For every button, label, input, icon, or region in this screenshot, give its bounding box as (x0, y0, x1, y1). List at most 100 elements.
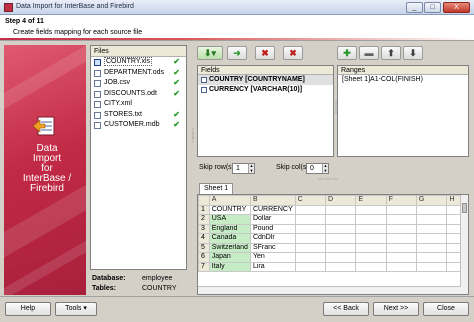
file-item[interactable]: CITY.xml (91, 99, 186, 110)
cell[interactable] (294, 233, 326, 244)
cell[interactable]: Pound (249, 223, 296, 234)
cell[interactable] (355, 261, 387, 272)
column-header[interactable]: C (294, 195, 326, 206)
file-item[interactable]: DEPARTMENT.ods ✔ (91, 68, 186, 79)
add-range-button[interactable]: ✚ (337, 46, 357, 60)
cell[interactable] (355, 223, 387, 234)
add-mapping-button[interactable]: ➜ (227, 46, 247, 60)
move-down-button[interactable]: ⬇ (403, 46, 423, 60)
cell[interactable] (324, 223, 357, 234)
corner-cell[interactable] (198, 195, 210, 206)
cell[interactable]: Dollar (249, 214, 296, 225)
clear-mappings-button[interactable]: ✖ (283, 46, 303, 60)
next-button[interactable]: Next >> (373, 302, 419, 316)
file-item[interactable]: COUNTRY.xls ✔ (91, 57, 186, 68)
row-number[interactable]: 2 (198, 214, 210, 225)
sheet-tab[interactable]: Sheet 1 (199, 183, 234, 194)
cell[interactable] (324, 214, 357, 225)
scroll-thumb[interactable] (462, 203, 467, 213)
file-item[interactable]: DISCOUNTS.odt ✔ (91, 89, 186, 100)
cell[interactable] (324, 242, 357, 253)
row-number[interactable]: 6 (198, 252, 210, 263)
cell[interactable] (415, 233, 448, 244)
help-button[interactable]: Help (5, 302, 51, 316)
cell[interactable] (355, 252, 387, 263)
maximize-button[interactable]: □ (424, 2, 441, 13)
row-number[interactable]: 7 (198, 261, 210, 272)
move-up-button[interactable]: ⬆ (381, 46, 401, 60)
row-number[interactable]: 5 (198, 242, 210, 253)
delete-range-button[interactable]: ▬ (359, 46, 379, 60)
file-item[interactable]: CUSTOMER.mdb ✔ (91, 120, 186, 131)
close-window-button[interactable]: X (443, 2, 470, 13)
cell[interactable] (324, 204, 357, 215)
cell[interactable] (415, 261, 448, 272)
column-header[interactable]: E (355, 195, 387, 206)
cell[interactable] (385, 223, 417, 234)
horizontal-scrollbar[interactable] (198, 286, 461, 294)
close-button[interactable]: Close (423, 302, 469, 316)
remove-mapping-button[interactable]: ✖ (255, 46, 275, 60)
cell[interactable]: England (208, 223, 251, 234)
cell[interactable] (385, 261, 417, 272)
cell[interactable]: Switzerland (208, 242, 251, 253)
field-item[interactable]: COUNTRY [COUNTRYNAME] (198, 75, 333, 85)
row-number[interactable]: 1 (198, 204, 210, 215)
cell[interactable] (324, 233, 357, 244)
preview-splitter[interactable]: ⋯⋯⋯ (318, 176, 339, 183)
cell[interactable]: CURRENCY (249, 204, 296, 215)
file-item[interactable]: STORES.txt ✔ (91, 110, 186, 121)
column-header[interactable]: G (415, 195, 448, 206)
cell[interactable] (415, 204, 448, 215)
file-item[interactable]: JOB.csv ✔ (91, 78, 186, 89)
cell[interactable]: USA (208, 214, 251, 225)
column-header[interactable]: F (385, 195, 417, 206)
skip-cols-spinner[interactable]: 0 ▲ ▼ (306, 163, 329, 174)
row-number[interactable]: 3 (198, 223, 210, 234)
cell[interactable]: Canada (208, 233, 251, 244)
cell[interactable] (324, 261, 357, 272)
field-item[interactable]: CURRENCY [VARCHAR(10)] (198, 85, 333, 95)
cell[interactable]: Lira (249, 261, 296, 272)
column-header[interactable]: B (249, 195, 296, 206)
cell[interactable] (415, 214, 448, 225)
cell[interactable] (385, 242, 417, 253)
cell[interactable] (294, 261, 326, 272)
cell[interactable] (385, 214, 417, 225)
cell[interactable] (294, 204, 326, 215)
column-header[interactable]: D (324, 195, 357, 206)
cell[interactable] (355, 214, 387, 225)
cell[interactable] (294, 214, 326, 225)
cell[interactable] (294, 242, 326, 253)
cell[interactable] (415, 252, 448, 263)
cell[interactable]: Yen (249, 252, 296, 263)
cell[interactable] (385, 204, 417, 215)
spinner-arrows-icon[interactable]: ▲ ▼ (322, 163, 328, 173)
cell[interactable]: CdnDlr (249, 233, 296, 244)
tools-button[interactable]: Tools ▾ (55, 302, 97, 316)
panel-splitter[interactable]: ⋮ ⋮ ⋮ (190, 129, 196, 150)
cell[interactable] (294, 252, 326, 263)
range-item[interactable]: [Sheet 1]A1-COL(FINISH) (338, 75, 468, 85)
back-button[interactable]: << Back (323, 302, 369, 316)
cell[interactable] (385, 233, 417, 244)
row-number[interactable]: 4 (198, 233, 210, 244)
cell[interactable] (355, 242, 387, 253)
cell[interactable] (415, 242, 448, 253)
cell[interactable] (355, 233, 387, 244)
skip-rows-spinner[interactable]: 1 ▲ ▼ (232, 163, 255, 174)
column-header[interactable]: A (208, 195, 251, 206)
cell[interactable] (385, 252, 417, 263)
cell[interactable]: SFranc (249, 242, 296, 253)
vertical-scrollbar[interactable] (460, 195, 468, 294)
minimize-button[interactable]: _ (406, 2, 423, 13)
cell[interactable]: COUNTRY (208, 204, 251, 215)
spinner-arrows-icon[interactable]: ▲ ▼ (248, 163, 254, 173)
cell[interactable] (324, 252, 357, 263)
cell[interactable]: Italy (208, 261, 251, 272)
cell[interactable] (355, 204, 387, 215)
cell[interactable] (415, 223, 448, 234)
auto-fill-button[interactable]: ⬇▾ (197, 46, 223, 60)
cell[interactable] (294, 223, 326, 234)
cell[interactable]: Japan (208, 252, 251, 263)
